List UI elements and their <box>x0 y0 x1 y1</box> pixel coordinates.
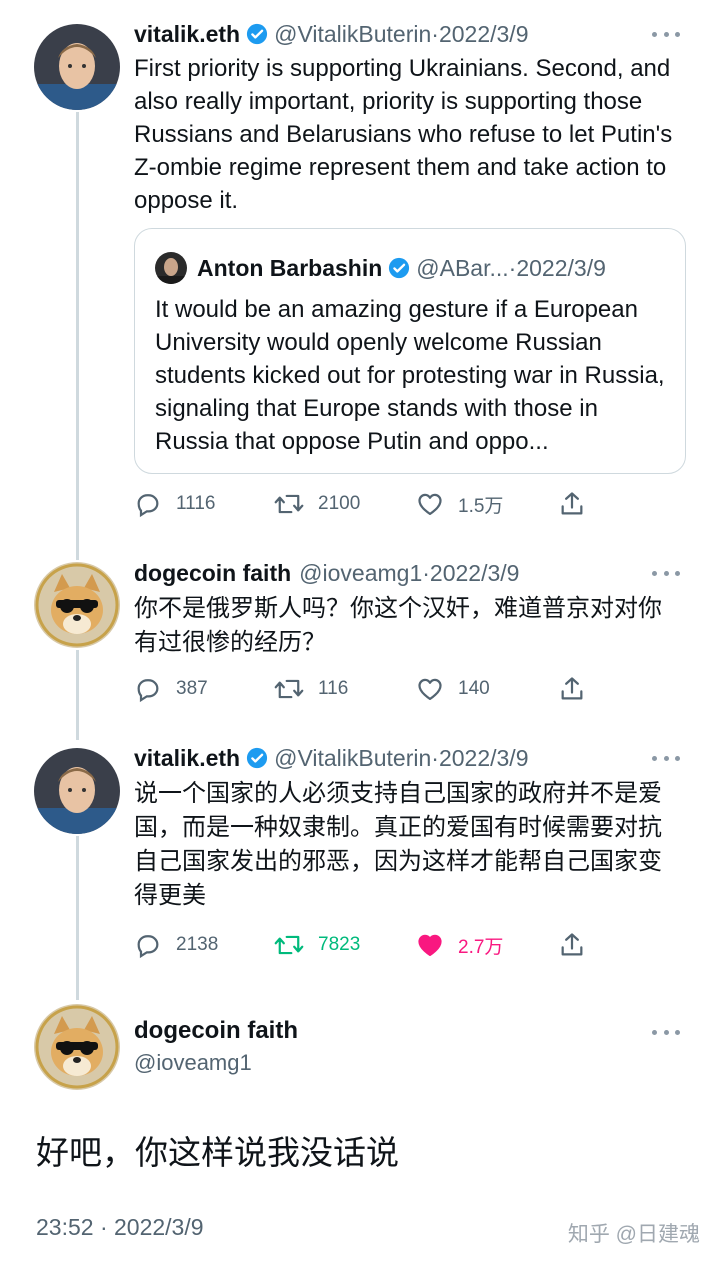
separator-dot: · <box>508 254 517 281</box>
retweet-icon <box>274 679 304 699</box>
quoted-tweet[interactable]: Anton Barbashin @ABar... · 2022/3/9 It w… <box>134 228 686 474</box>
retweet-count: 2100 <box>318 493 361 514</box>
quoted-author-handle: @ABar... <box>416 254 509 281</box>
like-count: 2.7万 <box>458 936 504 958</box>
retweet-button[interactable]: 7823 <box>274 928 360 962</box>
share-icon <box>561 492 583 515</box>
share-button[interactable] <box>558 672 600 706</box>
tweet-date[interactable]: 2022/3/9 <box>439 21 529 48</box>
like-count: 1.5万 <box>458 495 504 517</box>
share-button[interactable] <box>558 487 600 521</box>
zhihu-watermark: 知乎 @日建魂 <box>567 1223 700 1246</box>
heart-icon <box>418 678 442 701</box>
tweet-header: dogecoin faith @ioveamg1 · 2022/3/9 <box>134 556 519 590</box>
retweet-icon <box>274 494 304 514</box>
reply-button[interactable]: 2138 <box>134 928 218 962</box>
author-handle[interactable]: @VitalikButerin <box>274 21 431 48</box>
detail-author-handle[interactable]: @ioveamg1 <box>134 1050 252 1076</box>
avatar-vitalik[interactable] <box>34 748 120 834</box>
author-name[interactable]: vitalik.eth <box>134 745 240 772</box>
retweet-button[interactable]: 116 <box>274 672 348 706</box>
tweet-actions: 2138 7823 2.7万 <box>134 928 694 962</box>
author-name[interactable]: vitalik.eth <box>134 21 240 48</box>
separator-dot: · <box>431 744 439 771</box>
avatar-vitalik[interactable] <box>34 24 120 110</box>
like-button[interactable]: 1.5万 <box>416 487 503 521</box>
thread-line <box>76 112 79 560</box>
share-button[interactable] <box>558 928 600 962</box>
tweet-text: 说一个国家的人必须支持自己国家的政府并不是爱国，而是一种奴隶制。真正的爱国有时候… <box>134 780 662 909</box>
tweet-text: 你不是俄罗斯人吗？你这个汉奸，难道普京对对你有过很惨的经历？ <box>134 595 662 656</box>
author-name[interactable]: dogecoin faith <box>134 560 291 587</box>
detail-author-name[interactable]: dogecoin faith <box>134 1017 298 1045</box>
avatar-dogecoin[interactable] <box>34 1004 120 1090</box>
tweet-date[interactable]: 2022/3/9 <box>439 745 529 772</box>
verified-badge-icon <box>247 23 268 45</box>
detail-tweet-text: 好吧，你这样说我没话说 <box>36 1134 399 1171</box>
tweet-date[interactable]: 2022/3/9 <box>430 560 520 587</box>
quoted-author-name: Anton Barbashin <box>197 254 383 281</box>
quoted-tweet-header: Anton Barbashin @ABar... · 2022/3/9 <box>155 251 606 285</box>
reply-count: 1116 <box>176 493 216 514</box>
reply-button[interactable]: 1116 <box>134 487 215 521</box>
tweet-text: First priority is supporting Ukrainians.… <box>134 55 673 214</box>
separator-dot: · <box>431 20 439 47</box>
verified-badge-icon <box>247 747 268 769</box>
more-options-icon[interactable] <box>652 30 680 38</box>
separator-dot: · <box>422 559 430 586</box>
tweet-actions: 1116 2100 1.5万 <box>134 487 694 521</box>
avatar-dogecoin[interactable] <box>34 562 120 648</box>
quoted-tweet-text: It would be an amazing gesture if a Euro… <box>155 296 665 455</box>
share-icon <box>561 933 583 956</box>
tweet-actions: 387 116 140 <box>134 672 694 706</box>
retweet-count: 7823 <box>318 934 361 955</box>
reply-button[interactable]: 387 <box>134 672 208 706</box>
like-count: 140 <box>458 678 490 699</box>
more-options-icon[interactable] <box>652 754 680 762</box>
detail-timestamp[interactable]: 23:52 · 2022/3/9 <box>36 1214 204 1241</box>
more-options-icon[interactable] <box>652 1028 680 1036</box>
verified-badge-icon <box>389 257 410 279</box>
quoted-tweet-date: 2022/3/9 <box>516 254 606 281</box>
like-button[interactable]: 2.7万 <box>416 928 503 962</box>
share-icon <box>561 677 583 700</box>
heart-filled-icon <box>418 934 442 957</box>
retweet-icon <box>274 935 304 955</box>
tweet-header: vitalik.eth @VitalikButerin · 2022/3/9 <box>134 17 528 51</box>
avatar-anton <box>155 252 187 284</box>
thread-line <box>76 650 79 740</box>
reply-count: 2138 <box>176 934 219 955</box>
author-handle[interactable]: @VitalikButerin <box>274 745 431 772</box>
reply-icon <box>137 935 159 959</box>
more-options-icon[interactable] <box>652 569 680 577</box>
thread-line <box>76 836 79 1000</box>
author-handle[interactable]: @ioveamg1 <box>299 560 422 587</box>
retweet-count: 116 <box>318 678 349 699</box>
heart-icon <box>418 493 442 516</box>
retweet-button[interactable]: 2100 <box>274 487 360 521</box>
reply-icon <box>137 494 159 518</box>
reply-count: 387 <box>176 678 208 699</box>
like-button[interactable]: 140 <box>416 672 490 706</box>
tweet-header: vitalik.eth @VitalikButerin · 2022/3/9 <box>134 741 528 775</box>
reply-icon <box>137 679 159 703</box>
